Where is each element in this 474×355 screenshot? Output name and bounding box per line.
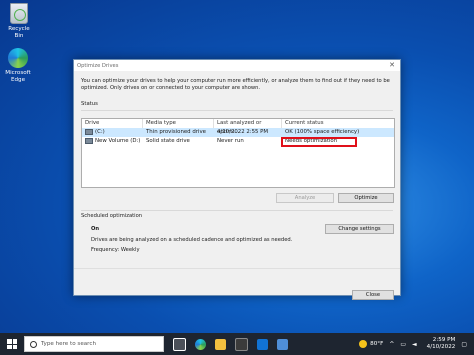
drive-icon <box>85 137 93 144</box>
change-settings-button[interactable]: Change settings <box>325 224 394 234</box>
file-explorer-icon[interactable] <box>215 338 226 350</box>
optimize-drives-window: Optimize Drives ✕ You can optimize your … <box>73 59 401 300</box>
divider <box>81 210 393 211</box>
taskbar-search[interactable]: Type here to search <box>24 336 164 352</box>
schedule-description: Drives are being analyzed on a scheduled… <box>91 237 293 243</box>
drive-row-c[interactable]: (C:) Thin provisioned drive 4/10/2022 2:… <box>82 128 394 137</box>
chevron-up-icon[interactable]: ^ <box>389 341 394 348</box>
intro-line-1: You can optimize your drives to help you… <box>81 78 390 84</box>
analyze-button[interactable]: Analyze <box>276 193 334 203</box>
edge-icon <box>8 48 28 68</box>
divider <box>81 110 393 111</box>
intro-line-2: optimized. Only drives on or connected t… <box>81 85 261 91</box>
schedule-state: On <box>91 226 100 232</box>
notifications-icon[interactable]: ▢ <box>461 341 467 348</box>
edge-shortcut[interactable]: Microsoft Edge <box>3 48 33 83</box>
recycle-bin-label: Recycle Bin <box>8 26 30 39</box>
system-tray: 80°F ^ ▭ ◄ 2:59 PM 4/10/2022 ▢ <box>359 337 467 351</box>
last-analyzed: Never run <box>217 138 244 144</box>
network-icon[interactable]: ▭ <box>400 341 406 348</box>
edge-label: Microsoft Edge <box>5 70 31 83</box>
intro-text: You can optimize your drives to help you… <box>81 78 393 92</box>
optimize-drives-taskbar-icon[interactable] <box>277 338 288 350</box>
search-placeholder: Type here to search <box>41 341 96 347</box>
clock-date: 4/10/2022 <box>426 344 456 350</box>
recycle-bin-shortcut[interactable]: Recycle Bin <box>4 3 34 39</box>
drive-name: New Volume (D:) <box>95 138 141 144</box>
drive-name: (C:) <box>95 129 105 135</box>
start-button[interactable] <box>7 339 17 349</box>
task-view-icon[interactable] <box>173 337 186 351</box>
drives-list[interactable]: Drive Media type Last analyzed or optimi… <box>81 118 395 188</box>
close-button[interactable]: Close <box>352 290 394 300</box>
close-icon[interactable]: ✕ <box>389 61 395 69</box>
search-icon <box>30 340 37 348</box>
edge-taskbar-icon[interactable] <box>195 338 206 350</box>
drive-icon <box>85 128 93 135</box>
weather-icon[interactable] <box>359 340 368 348</box>
column-drive[interactable]: Drive <box>82 119 143 128</box>
last-analyzed: 4/10/2022 2:55 PM <box>217 129 269 135</box>
taskbar: Type here to search 80°F ^ ▭ ◄ 2:59 PM 4… <box>0 333 474 355</box>
window-title: Optimize Drives <box>77 62 119 69</box>
volume-icon[interactable]: ◄ <box>412 341 417 348</box>
current-status: Needs optimization <box>285 138 338 144</box>
scheduled-optimization-label: Scheduled optimization <box>81 213 143 219</box>
list-header: Drive Media type Last analyzed or optimi… <box>82 119 394 135</box>
store-icon[interactable] <box>235 337 248 351</box>
optimize-button[interactable]: Optimize <box>338 193 394 203</box>
column-media-type[interactable]: Media type <box>143 119 214 128</box>
recycle-bin-icon <box>10 3 28 24</box>
drive-row-d[interactable]: New Volume (D:) Solid state drive Never … <box>82 137 394 146</box>
schedule-frequency: Frequency: Weekly <box>91 247 140 253</box>
mail-icon[interactable] <box>257 338 268 350</box>
column-current-status[interactable]: Current status <box>282 119 394 128</box>
clock-time: 2:59 PM <box>432 337 456 343</box>
clock[interactable]: 2:59 PM 4/10/2022 <box>427 337 456 351</box>
temperature[interactable]: 80°F <box>370 341 383 347</box>
status-label: Status <box>81 101 98 107</box>
media-type: Thin provisioned drive <box>146 129 206 135</box>
title-bar[interactable]: Optimize Drives ✕ <box>74 60 400 71</box>
current-status: OK (100% space efficiency) <box>285 129 360 135</box>
media-type: Solid state drive <box>146 138 190 144</box>
column-last-analyzed[interactable]: Last analyzed or optimi... <box>214 119 282 135</box>
